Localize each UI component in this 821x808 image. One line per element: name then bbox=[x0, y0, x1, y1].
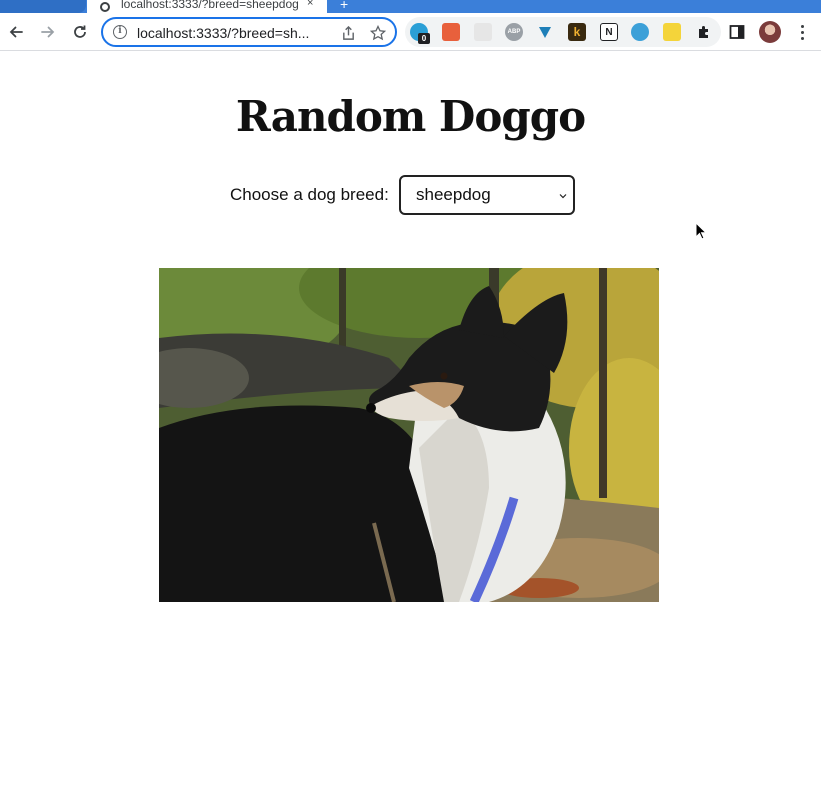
tab-close-button[interactable]: × bbox=[307, 0, 313, 9]
tab-title: localhost:3333/?breed=sheepdog bbox=[121, 0, 299, 11]
extensions-area: 0 ABP k N bbox=[405, 17, 721, 47]
dog-image bbox=[159, 268, 659, 602]
mouse-cursor-icon bbox=[695, 222, 707, 240]
side-panel-icon[interactable] bbox=[729, 24, 745, 40]
tab-active[interactable]: localhost:3333/?breed=sheepdog × bbox=[87, 0, 327, 13]
dog-photo bbox=[159, 268, 659, 602]
browser-toolbar: i localhost:3333/?breed=sh... 0 ABP k N bbox=[0, 13, 821, 51]
share-icon[interactable] bbox=[339, 24, 357, 42]
star-icon[interactable] bbox=[369, 24, 387, 42]
page-title: Random Doggo bbox=[235, 92, 586, 141]
adblock-icon[interactable]: ABP bbox=[505, 23, 523, 41]
back-button[interactable] bbox=[4, 20, 28, 44]
chevron-down-icon bbox=[559, 194, 567, 199]
site-info-icon[interactable]: i bbox=[113, 25, 127, 39]
avatar[interactable] bbox=[759, 21, 781, 43]
forward-button[interactable] bbox=[36, 20, 60, 44]
extension-badge: 0 bbox=[418, 33, 430, 44]
k-extension-icon[interactable]: k bbox=[568, 23, 586, 41]
breed-selected-value: sheepdog bbox=[416, 185, 491, 204]
reload-icon bbox=[74, 25, 86, 38]
globe-icon bbox=[100, 2, 110, 12]
extension-8-icon[interactable] bbox=[631, 23, 649, 41]
breed-label: Choose a dog breed: bbox=[230, 185, 389, 204]
kebab-menu-icon[interactable] bbox=[796, 22, 808, 42]
extension-2-icon[interactable] bbox=[442, 23, 460, 41]
puzzle-icon[interactable] bbox=[695, 23, 713, 41]
extension-1-icon[interactable]: 0 bbox=[410, 23, 430, 44]
breed-select[interactable]: sheepdog bbox=[399, 175, 575, 215]
back-arrow-icon bbox=[9, 26, 23, 38]
extension-9-icon[interactable] bbox=[663, 23, 681, 41]
reload-button[interactable] bbox=[68, 20, 92, 44]
extension-5-icon[interactable] bbox=[536, 23, 554, 41]
address-bar[interactable]: i localhost:3333/?breed=sh... bbox=[101, 17, 397, 47]
url-text[interactable]: localhost:3333/?breed=sh... bbox=[137, 25, 309, 41]
notion-icon[interactable]: N bbox=[600, 23, 618, 41]
tab-previous[interactable] bbox=[0, 0, 86, 13]
tab-strip: localhost:3333/?breed=sheepdog × + bbox=[0, 0, 821, 13]
forward-arrow-icon bbox=[41, 26, 55, 38]
extension-3-icon[interactable] bbox=[474, 23, 492, 41]
new-tab-button[interactable]: + bbox=[340, 0, 348, 12]
